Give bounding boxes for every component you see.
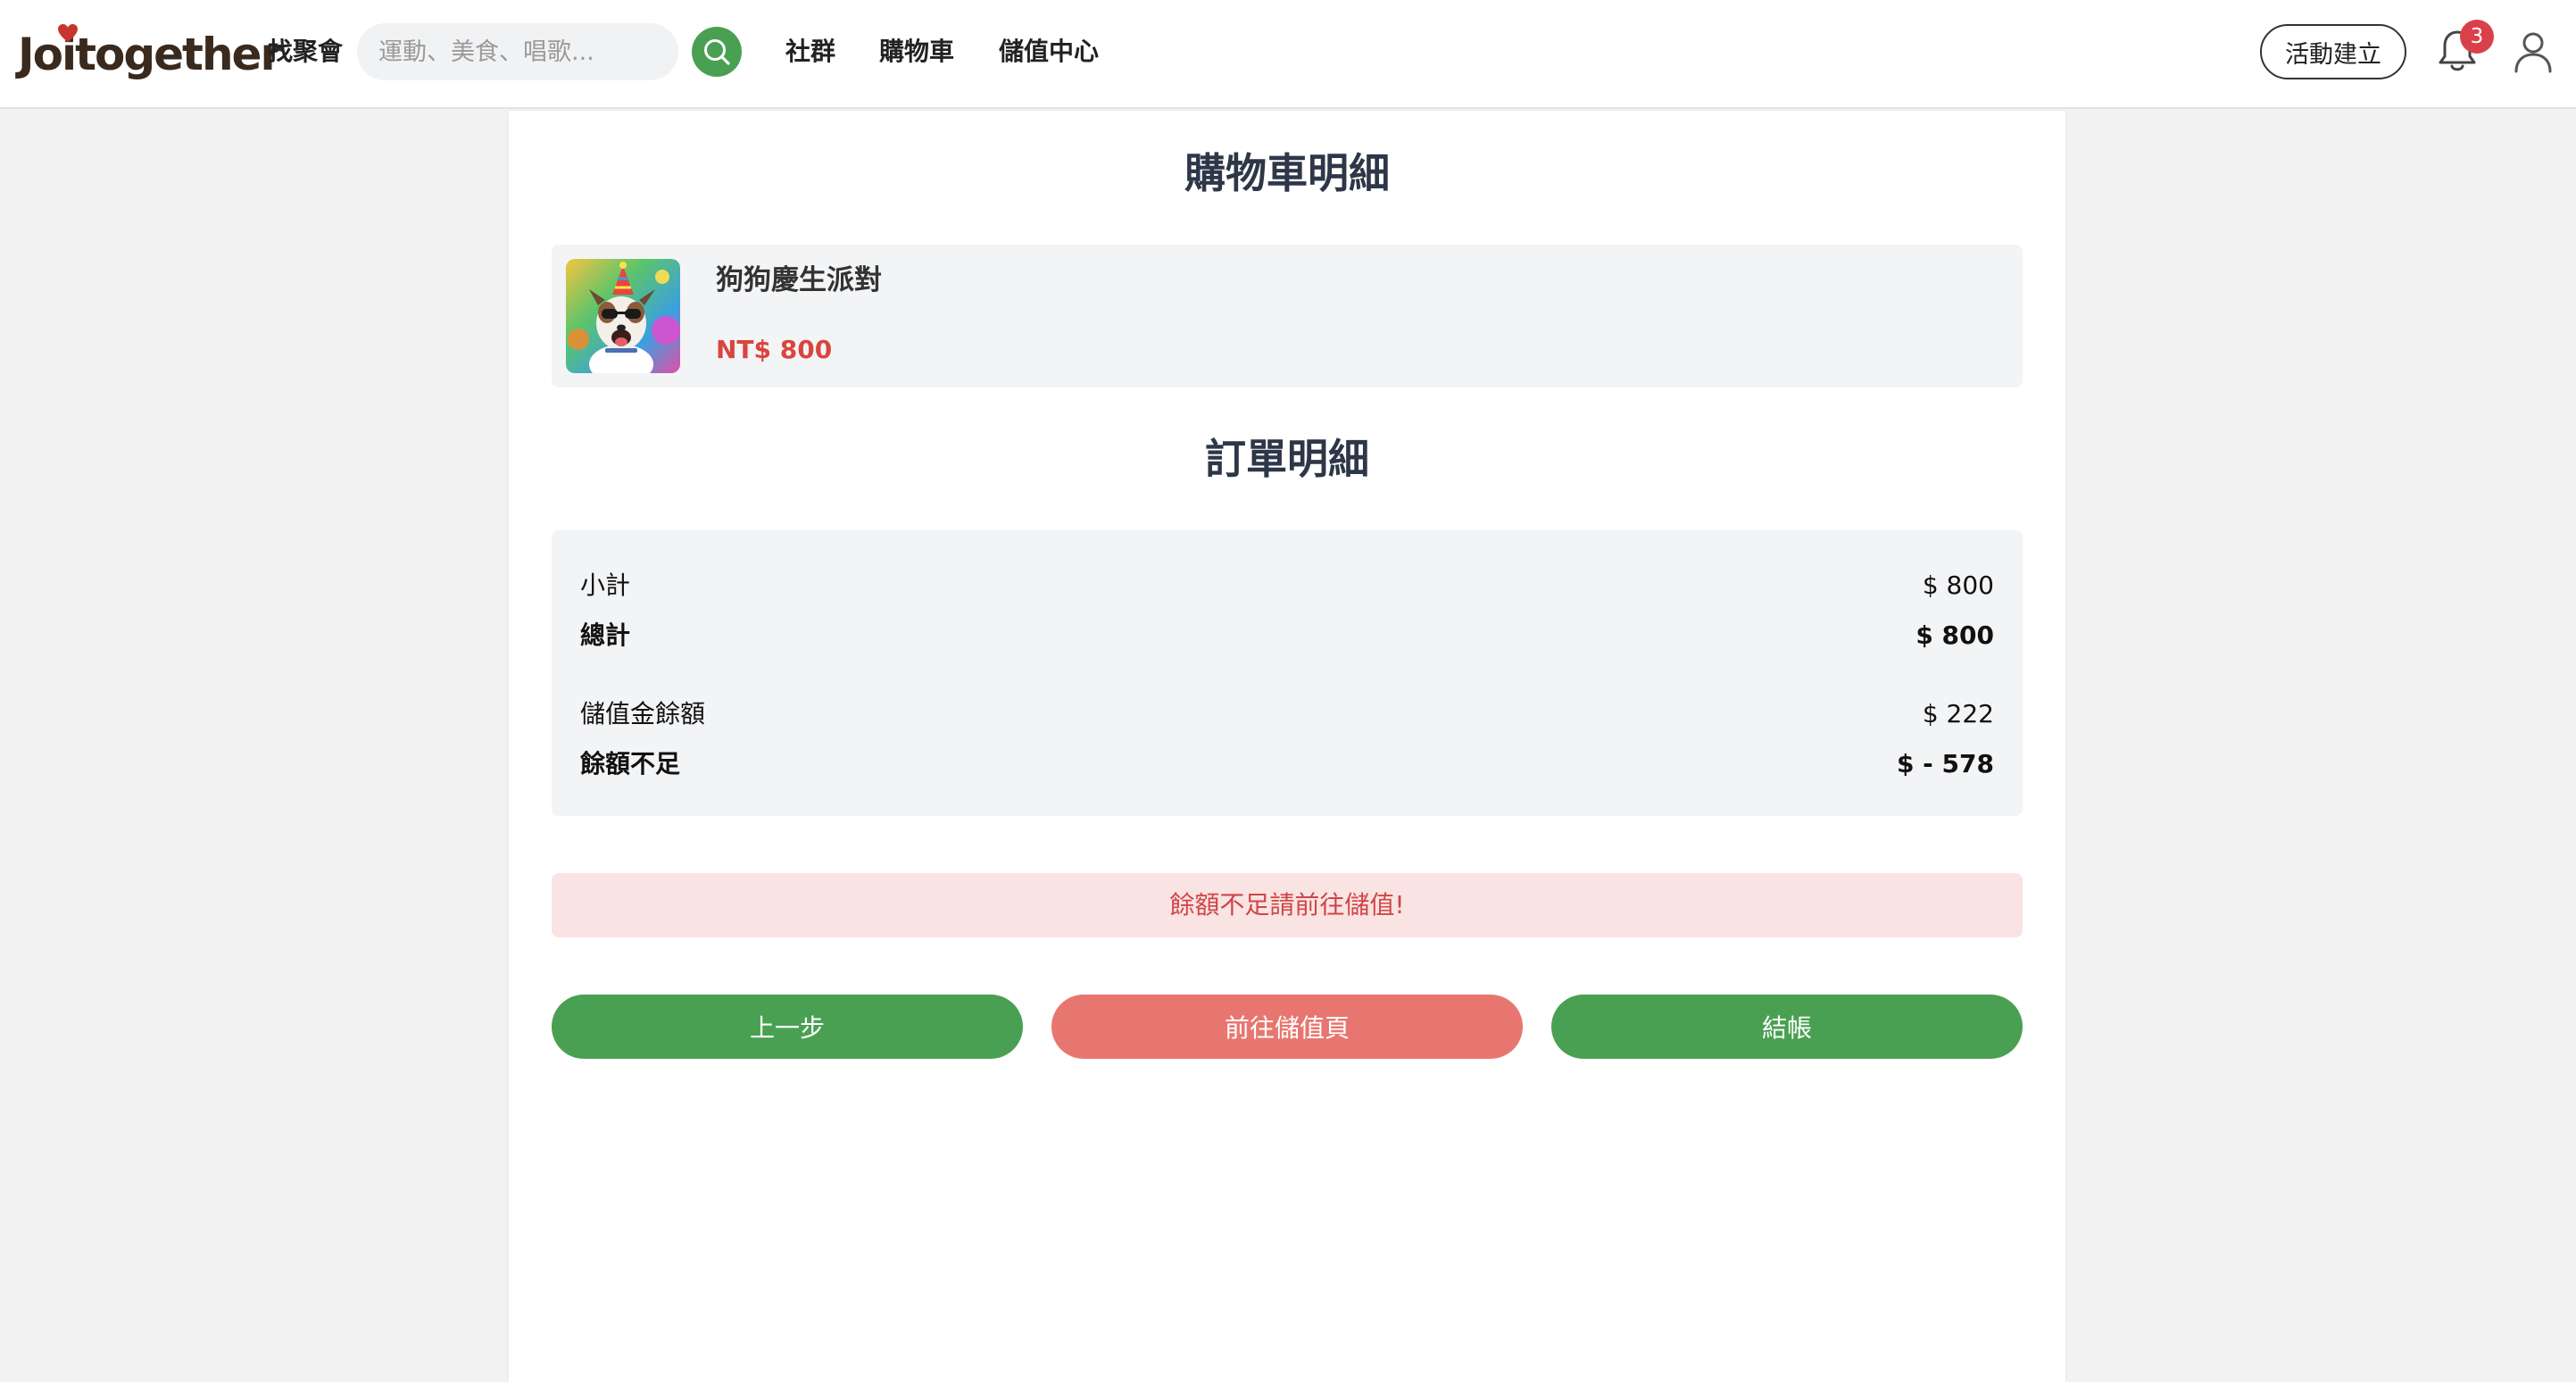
cart-item: 狗狗慶生派對 NT$ 800 xyxy=(552,245,2023,387)
insufficient-balance-alert: 餘額不足請前往儲值! xyxy=(552,873,2023,937)
balance-label: 儲值金餘額 xyxy=(580,699,706,728)
checkout-card: 購物車明細 狗狗慶生派對 NT$ 800 訂單明細 小計 $ 800 總計 $ … xyxy=(509,111,2065,1382)
nav-topup-center[interactable]: 儲值中心 xyxy=(999,34,1099,70)
subtotal-value: $ 800 xyxy=(1922,570,1994,600)
shortfall-label: 餘額不足 xyxy=(580,749,681,778)
search-input[interactable] xyxy=(357,23,678,80)
nav-find-events[interactable]: 找聚會 xyxy=(268,34,343,70)
notification-badge: 3 xyxy=(2460,20,2494,54)
search-button[interactable] xyxy=(692,27,742,77)
order-summary: 小計 $ 800 總計 $ 800 儲值金餘額 $ 222 餘額不足 $ - 5… xyxy=(552,530,2023,816)
item-price: NT$ 800 xyxy=(716,335,833,364)
party-dog-photo xyxy=(566,259,680,373)
subtotal-row: 小計 $ 800 xyxy=(580,566,1994,605)
user-icon[interactable] xyxy=(2514,30,2553,73)
nav-community[interactable]: 社群 xyxy=(785,34,835,70)
cart-details-title: 購物車明細 xyxy=(1184,149,1390,197)
shortfall-row: 餘額不足 $ - 578 xyxy=(580,745,1994,784)
order-details-title: 訂單明細 xyxy=(1205,435,1369,483)
site-logo[interactable]: Joitogether xyxy=(18,23,282,86)
shortfall-value: $ - 578 xyxy=(1896,749,1994,778)
total-value: $ 800 xyxy=(1915,620,1994,650)
search-icon xyxy=(704,39,730,65)
top-navbar: Joitogether 找聚會 社群 購物車 儲值中心 活動建立 3 xyxy=(0,0,2576,109)
total-label: 總計 xyxy=(580,620,631,650)
checkout-button[interactable]: 結帳 xyxy=(1551,995,2023,1059)
create-event-button[interactable]: 活動建立 xyxy=(2260,24,2406,79)
subtotal-label: 小計 xyxy=(580,570,631,600)
nav-cart[interactable]: 購物車 xyxy=(879,34,954,70)
item-name: 狗狗慶生派對 xyxy=(716,264,882,296)
total-row: 總計 $ 800 xyxy=(580,616,1994,655)
go-to-topup-button[interactable]: 前往儲值頁 xyxy=(1051,995,1523,1059)
heart-icon xyxy=(58,24,78,42)
back-button[interactable]: 上一步 xyxy=(552,995,1023,1059)
balance-value: $ 222 xyxy=(1922,699,1994,728)
item-image xyxy=(566,259,680,373)
balance-row: 儲值金餘額 $ 222 xyxy=(580,695,1994,734)
